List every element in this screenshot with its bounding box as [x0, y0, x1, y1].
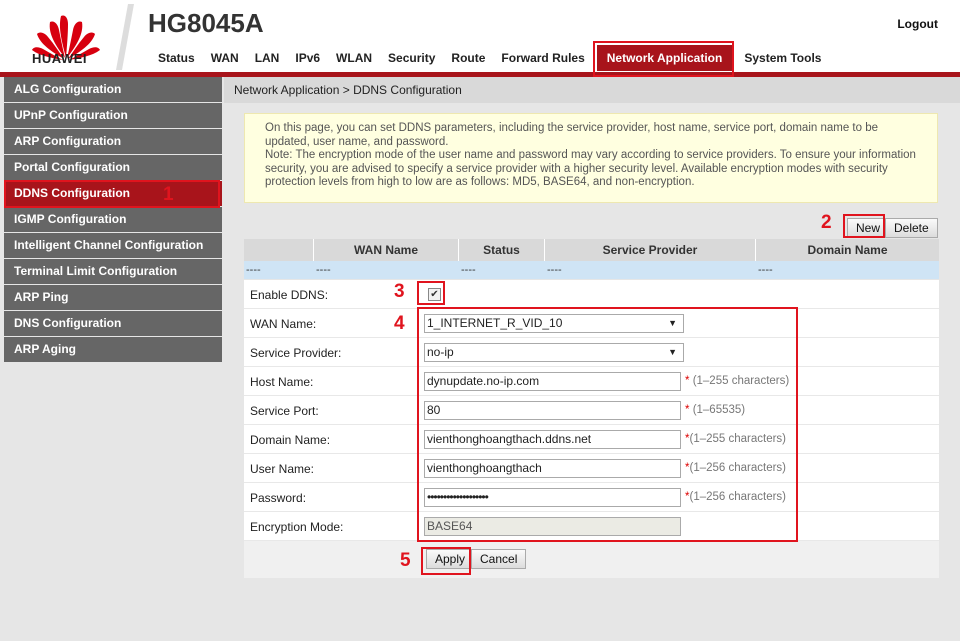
sidebar-item-alg[interactable]: ALG Configuration	[4, 77, 222, 103]
password-label: Password:	[250, 491, 307, 505]
annotation-number-1: 1	[163, 184, 174, 205]
sidebar-item-portal[interactable]: Portal Configuration	[4, 155, 222, 181]
sidebar-item-igmp[interactable]: IGMP Configuration	[4, 207, 222, 233]
wan-name-label: WAN Name:	[250, 317, 317, 331]
sidebar-item-arp[interactable]: ARP Configuration	[4, 129, 222, 155]
annotation-number-3: 3	[394, 281, 405, 302]
nav-ipv6[interactable]: IPv6	[287, 44, 328, 72]
service-provider-label: Service Provider:	[250, 346, 342, 360]
breadcrumb: Network Application > DDNS Configuration	[224, 77, 960, 103]
sidebar-item-terminal-limit[interactable]: Terminal Limit Configuration	[4, 259, 222, 285]
table-header: WAN Name Status Service Provider Domain …	[244, 239, 939, 261]
sidebar: ALG Configuration UPnP Configuration ARP…	[4, 77, 222, 363]
service-port-label: Service Port:	[250, 404, 319, 418]
user-name-label: User Name:	[250, 462, 315, 476]
annotation-number-4: 4	[394, 313, 405, 334]
annotation-box-checkbox	[417, 281, 445, 305]
annotation-box-sidebar	[4, 180, 220, 208]
form-actions: Apply Cancel	[244, 541, 939, 578]
sidebar-item-arp-aging[interactable]: ARP Aging	[4, 337, 222, 363]
nav-security[interactable]: Security	[380, 44, 443, 72]
table-row[interactable]: ---- ---- ---- ---- ----	[244, 261, 939, 279]
nav-system-tools[interactable]: System Tools	[736, 44, 829, 72]
annotation-number-2: 2	[821, 212, 832, 233]
delete-button[interactable]: Delete	[885, 218, 938, 238]
table-cell: ----	[461, 264, 476, 276]
sidebar-item-upnp[interactable]: UPnP Configuration	[4, 103, 222, 129]
nav-lan[interactable]: LAN	[247, 44, 288, 72]
logout-link[interactable]: Logout	[897, 17, 938, 31]
encryption-mode-label: Encryption Mode:	[250, 520, 344, 534]
cancel-button[interactable]: Cancel	[471, 549, 527, 569]
nav-route[interactable]: Route	[443, 44, 493, 72]
sidebar-item-arp-ping[interactable]: ARP Ping	[4, 285, 222, 311]
table-cell: ----	[246, 264, 261, 276]
enable-ddns-label: Enable DDNS:	[250, 288, 329, 302]
col-service-provider: Service Provider	[545, 239, 756, 261]
domain-name-label: Domain Name:	[250, 433, 331, 447]
form-row-enable: Enable DDNS: ✔	[244, 280, 939, 309]
header-divider	[116, 4, 134, 70]
info-note: On this page, you can set DDNS parameter…	[244, 113, 938, 203]
annotation-box-apply	[421, 547, 471, 575]
sidebar-item-intelligent-channel[interactable]: Intelligent Channel Configuration	[4, 233, 222, 259]
annotation-box-new	[843, 214, 885, 238]
col-status: Status	[459, 239, 545, 261]
annotation-box-form	[417, 307, 798, 542]
nav-forward-rules[interactable]: Forward Rules	[493, 44, 592, 72]
ddns-table: WAN Name Status Service Provider Domain …	[244, 239, 939, 279]
annotation-box-nav	[593, 41, 734, 77]
nav-status[interactable]: Status	[150, 44, 203, 72]
col-domain-name: Domain Name	[807, 243, 888, 257]
col-wan-name: WAN Name	[314, 239, 459, 261]
col-select	[244, 239, 314, 261]
sidebar-item-dns[interactable]: DNS Configuration	[4, 311, 222, 337]
nav-wlan[interactable]: WLAN	[328, 44, 380, 72]
table-cell: ----	[547, 264, 562, 276]
brand-name: HUAWEI	[32, 51, 87, 66]
nav-wan[interactable]: WAN	[203, 44, 247, 72]
table-cell: ----	[758, 264, 773, 276]
annotation-number-5: 5	[400, 550, 411, 571]
device-model: HG8045A	[148, 8, 264, 38]
host-name-label: Host Name:	[250, 375, 314, 389]
header: HUAWEI HG8045A Logout Status WAN LAN IPv…	[0, 0, 960, 72]
table-cell: ----	[316, 264, 331, 276]
